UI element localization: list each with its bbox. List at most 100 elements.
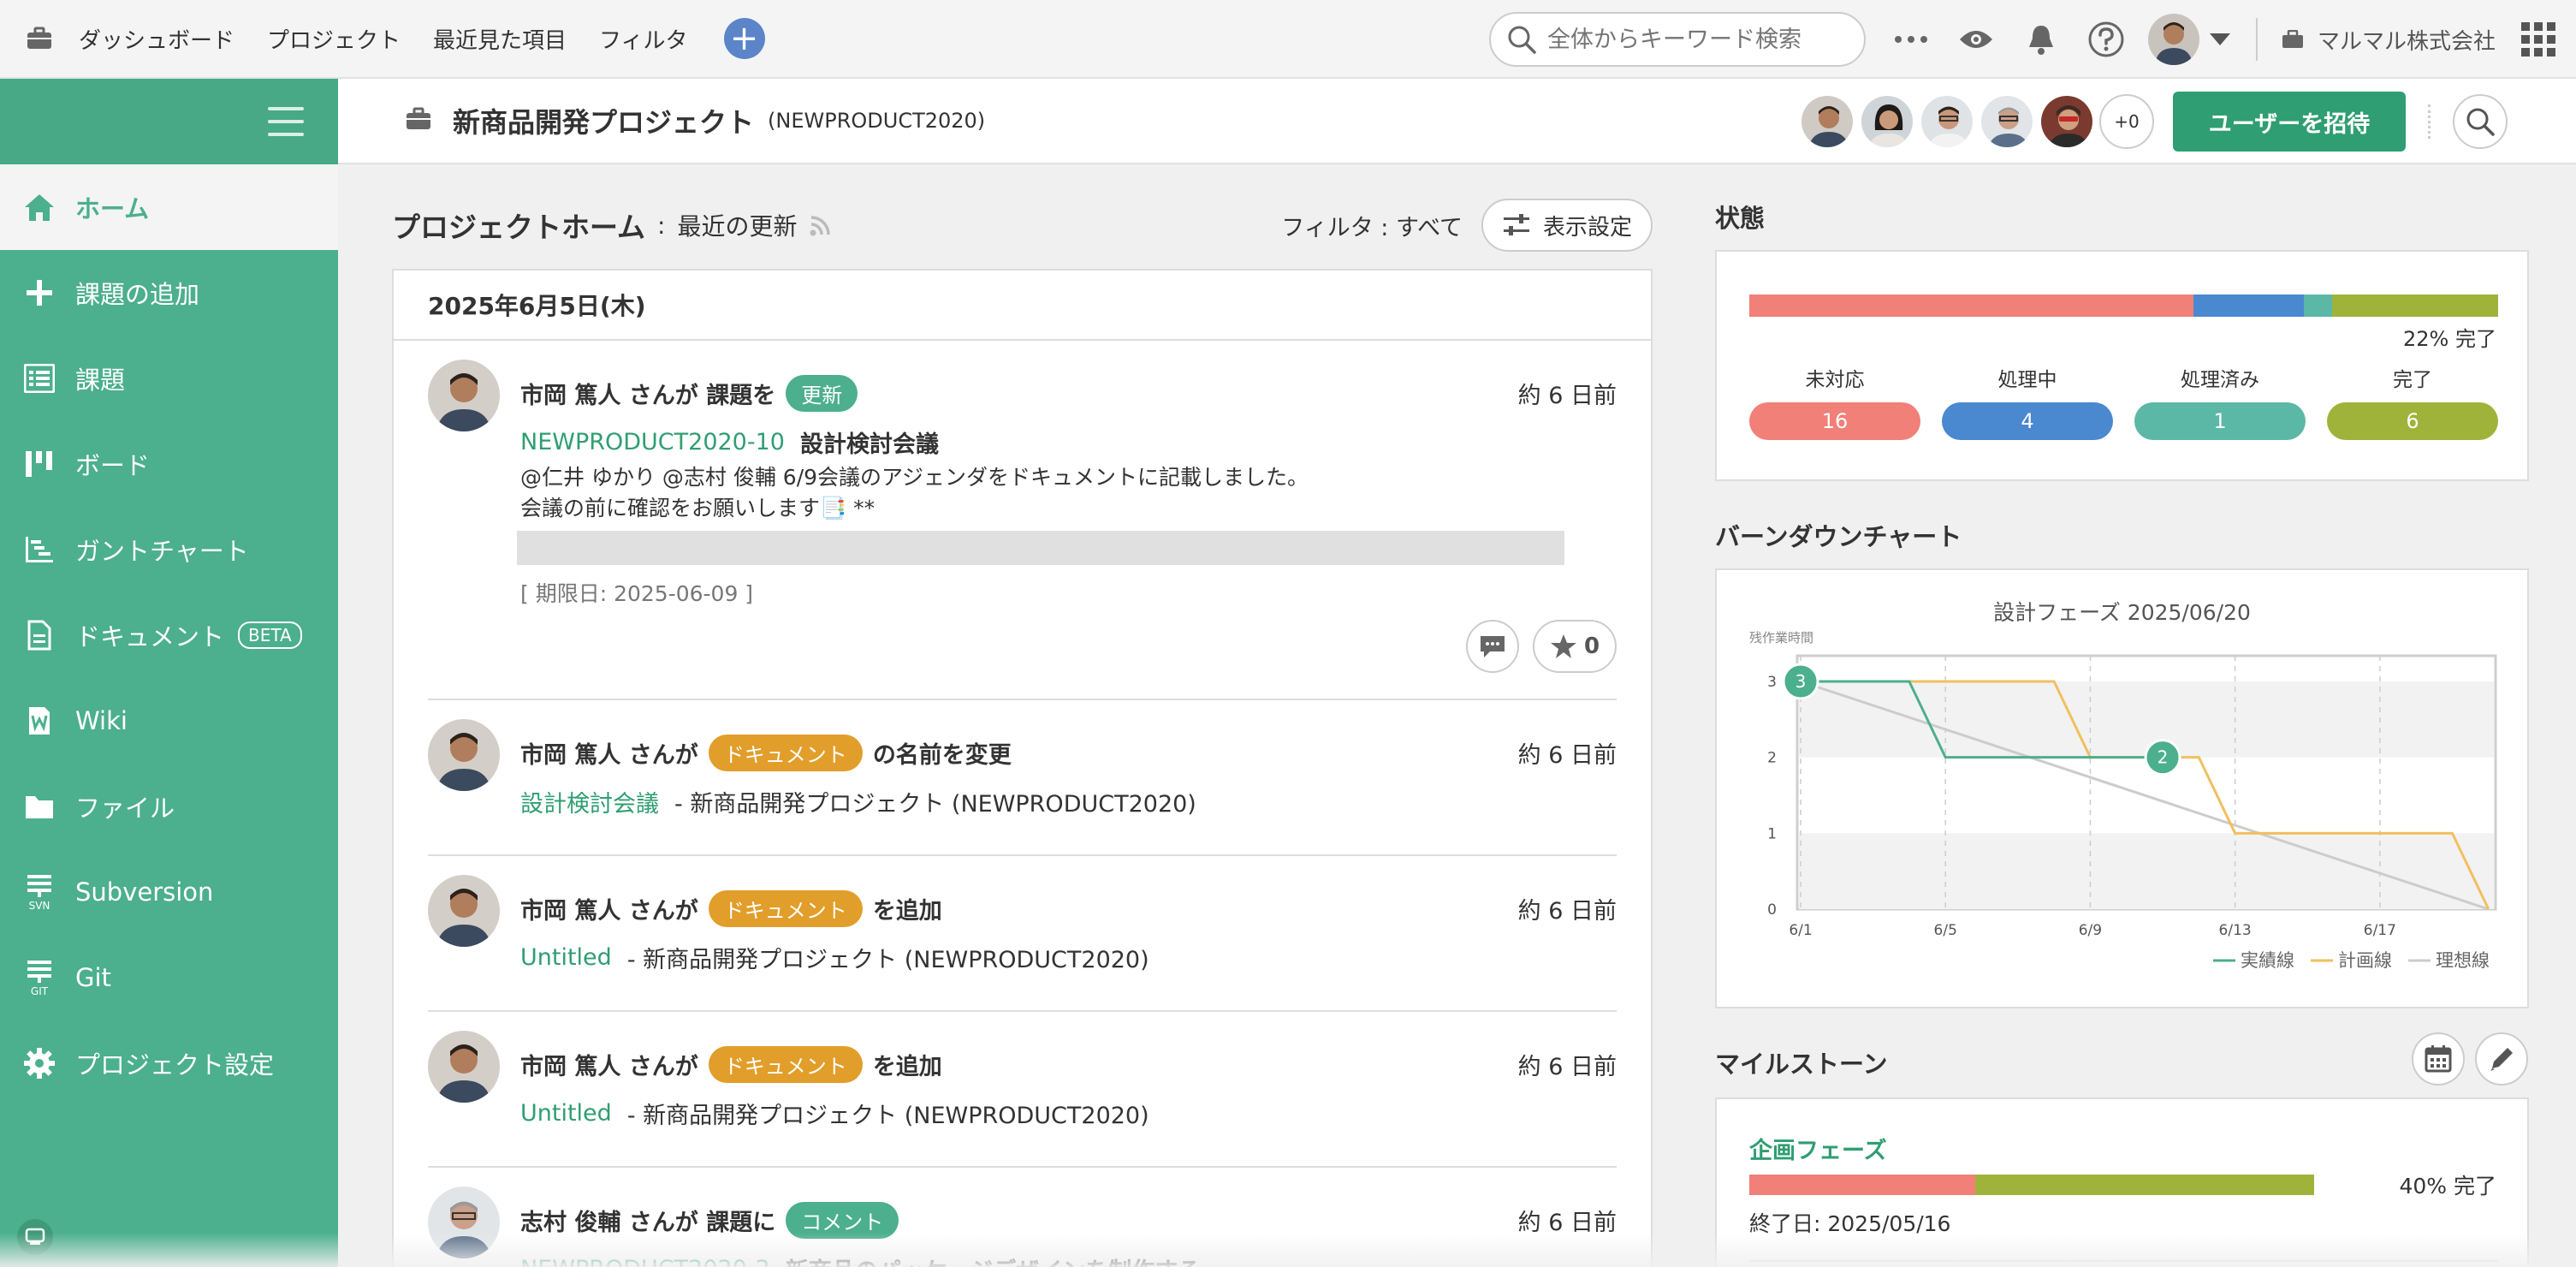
- member-avatar[interactable]: [2039, 94, 2094, 149]
- chat-icon[interactable]: [17, 1219, 53, 1255]
- status-bar-segment: [2193, 294, 2305, 317]
- nav-dashboard[interactable]: ダッシュボード: [79, 23, 234, 55]
- status-label: 処理済み: [2181, 369, 2259, 391]
- member-avatar[interactable]: [1860, 94, 1914, 149]
- edit-button[interactable]: [2475, 1032, 2528, 1086]
- data-marker-label: 2: [2158, 747, 2169, 768]
- apps-grid-icon[interactable]: [2521, 22, 2555, 57]
- document-link[interactable]: Untitled: [520, 944, 612, 971]
- sidebar-item-label: Subversion: [75, 877, 214, 907]
- company-switcher[interactable]: マルマル株式会社: [2282, 24, 2496, 56]
- project-search-button[interactable]: [2453, 94, 2508, 149]
- project-reference: - 新商品開発プロジェクト (NEWPRODUCT2020): [626, 1102, 1149, 1129]
- status-resolved[interactable]: 処理済み 1: [2134, 363, 2306, 440]
- issue-link[interactable]: NEWPRODUCT2020-10: [520, 429, 785, 455]
- sidebar-item-label: Wiki: [75, 706, 128, 735]
- status-open[interactable]: 未対応 16: [1749, 363, 1920, 440]
- project-reference: - 新商品開発プロジェクト (NEWPRODUCT2020): [674, 790, 1196, 818]
- avatar[interactable]: [428, 875, 500, 947]
- activity-actor: 市岡 篤人 さんが 課題を: [520, 382, 776, 409]
- sidebar-item-project-settings[interactable]: プロジェクト設定: [0, 1020, 338, 1106]
- briefcase-icon[interactable]: [0, 0, 79, 78]
- member-avatar[interactable]: [1800, 94, 1855, 149]
- help-icon[interactable]: [2083, 16, 2129, 62]
- briefcase-icon: [2282, 30, 2303, 48]
- activity-tag: コメント: [786, 1201, 899, 1239]
- issue-title[interactable]: 新商品のパッケージデザインを制作する: [786, 1252, 1201, 1267]
- avatar[interactable]: [428, 1187, 500, 1258]
- status-count-badge[interactable]: 6: [2327, 402, 2498, 440]
- global-search[interactable]: [1488, 12, 1866, 67]
- search-input[interactable]: [1546, 26, 1838, 53]
- company-name: マルマル株式会社: [2317, 28, 2496, 55]
- status-count-badge[interactable]: 4: [1942, 402, 2113, 440]
- home-icon: [21, 188, 58, 226]
- sidebar-item-add-issue[interactable]: 課題の追加: [0, 250, 338, 336]
- milestone-heading: マイルストーン: [1715, 1050, 1888, 1079]
- status-count-badge[interactable]: 16: [1749, 402, 1920, 440]
- nav-projects[interactable]: プロジェクト: [267, 23, 401, 55]
- legend-label: 計画線: [2338, 950, 2392, 971]
- comment-button[interactable]: [1466, 620, 1519, 673]
- add-button[interactable]: +: [723, 18, 765, 59]
- activity-actor: 市岡 篤人 さんが: [520, 897, 698, 925]
- activity-tag: ドキュメント: [708, 889, 863, 927]
- document-link[interactable]: 設計検討会議: [520, 785, 659, 818]
- sidebar-item-label: ファイル: [75, 794, 175, 823]
- timestamp: 約 6 日前: [1517, 1054, 1617, 1080]
- more-icon[interactable]: [1888, 16, 1934, 62]
- status-in-progress[interactable]: 処理中 4: [1942, 363, 2113, 440]
- sidebar-item-board[interactable]: ボード: [0, 421, 338, 507]
- burndown-heading: バーンダウンチャート: [1715, 522, 1962, 551]
- sidebar-item-issues[interactable]: 課題: [0, 336, 338, 421]
- document-icon: [21, 616, 58, 654]
- bell-icon[interactable]: [2018, 16, 2064, 62]
- list-item: 約 6 日前 志村 俊輔 さんが 課題に コメント NEWPRODUCT2020…: [428, 1168, 1617, 1267]
- display-settings-button[interactable]: 表示設定: [1481, 199, 1653, 252]
- sidebar-item-documents[interactable]: ドキュメント BETA: [0, 592, 338, 678]
- page-title: プロジェクトホーム: [392, 211, 646, 244]
- member-avatar[interactable]: [1979, 94, 2034, 149]
- issue-link[interactable]: NEWPRODUCT2020-2: [520, 1256, 770, 1267]
- member-avatar[interactable]: [1920, 94, 1974, 149]
- sidebar-item-subversion[interactable]: SVN Subversion: [0, 849, 338, 935]
- issue-title[interactable]: 設計検討会議: [800, 425, 939, 459]
- status-closed[interactable]: 完了 6: [2327, 363, 2498, 440]
- list-item: 約 6 日前 市岡 篤人 さんが ドキュメント を追加 Untitled - 新…: [428, 856, 1617, 1012]
- sidebar-item-git[interactable]: GIT Git: [0, 935, 338, 1020]
- menu-toggle-icon[interactable]: [268, 107, 304, 136]
- project-header: 新商品開発プロジェクト (NEWPRODUCT2020) +0 ユーザーを招待: [338, 79, 2576, 164]
- user-avatar[interactable]: [2147, 14, 2199, 65]
- more-members-badge[interactable]: +0: [2099, 94, 2154, 149]
- watch-eye-icon[interactable]: [1953, 16, 1999, 62]
- y-tick-label: 3: [1767, 674, 1777, 691]
- document-link[interactable]: Untitled: [520, 1100, 612, 1127]
- avatar[interactable]: [428, 360, 500, 431]
- sidebar-item-files[interactable]: ファイル: [0, 764, 338, 849]
- avatar[interactable]: [428, 719, 500, 791]
- avatar[interactable]: [428, 1031, 500, 1103]
- sidebar-item-wiki[interactable]: Wiki: [0, 678, 338, 764]
- chevron-down-icon[interactable]: [2209, 33, 2230, 45]
- filter-label[interactable]: フィルタ : すべて: [1281, 209, 1463, 242]
- star-button[interactable]: 0: [1533, 620, 1617, 673]
- project-title[interactable]: 新商品開発プロジェクト: [453, 101, 754, 140]
- nav-filter[interactable]: フィルタ: [599, 23, 687, 55]
- x-tick-label: 6/13: [2219, 922, 2252, 939]
- comment-text: @仁井 ゆかり @志村 俊輔 6/9会議のアジェンダをドキュメントに記載しました…: [520, 462, 1617, 524]
- milestone-name[interactable]: 企画フェーズ: [1749, 1132, 1887, 1165]
- briefcase-icon: [405, 107, 432, 134]
- divider: [2428, 104, 2431, 139]
- status-count-badge[interactable]: 1: [2134, 402, 2306, 440]
- rss-icon[interactable]: [809, 213, 833, 237]
- invite-user-button[interactable]: ユーザーを招待: [2173, 92, 2406, 152]
- nav-recent[interactable]: 最近見た項目: [433, 23, 567, 55]
- grid-band: [1799, 833, 2494, 909]
- calendar-button[interactable]: [2412, 1032, 2465, 1086]
- y-tick-label: 0: [1767, 901, 1777, 919]
- sidebar-item-home[interactable]: ホーム: [0, 164, 338, 250]
- sidebar-item-gantt[interactable]: ガントチャート: [0, 507, 338, 592]
- grid-band: [1799, 681, 2494, 758]
- activity-action: の名前を変更: [872, 741, 1012, 769]
- burndown-card: 設計フェーズ 2025/06/20 残作業時間 0 1 2 3 6/1 6/5 6/9 6/1…: [1715, 568, 2529, 1008]
